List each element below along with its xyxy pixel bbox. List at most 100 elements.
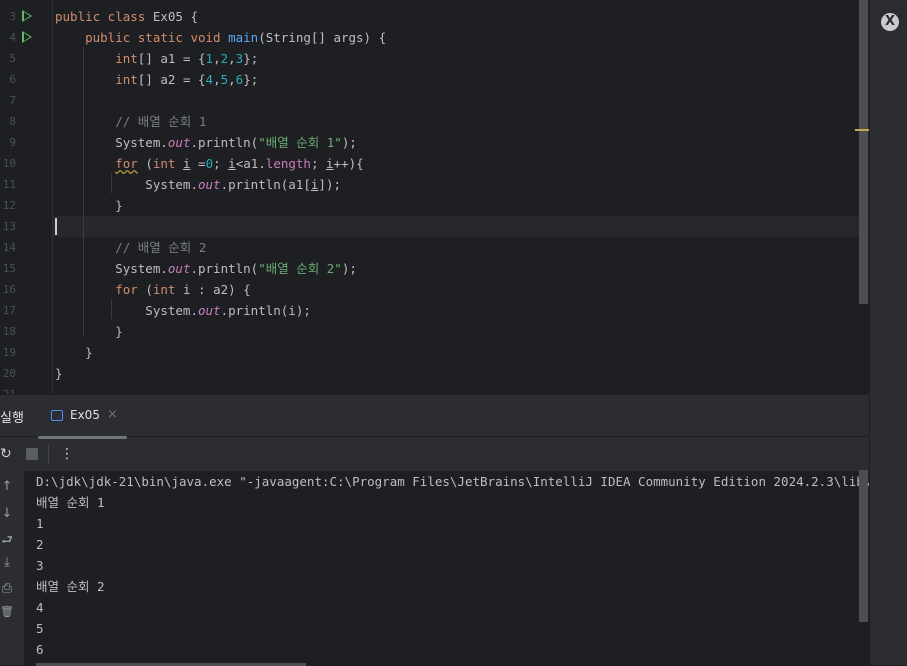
warning-marker[interactable] (855, 129, 869, 131)
line-number: 20 (2, 367, 16, 380)
code-token: ); (341, 261, 357, 276)
indent-guide (111, 173, 112, 193)
code-token: (String[] args) { (258, 30, 387, 45)
code-line[interactable]: public class Ex05 { (55, 6, 855, 27)
code-line[interactable]: System.out.println("배열 순회 1"); (55, 132, 855, 153)
console-line: 3 (36, 558, 44, 573)
line-number: 7 (9, 94, 16, 107)
code-line[interactable] (55, 90, 855, 111)
code-token: .println(a1[ (220, 177, 311, 192)
code-line[interactable]: } (55, 342, 855, 363)
console-icon (51, 410, 63, 421)
line-number: 10 (2, 157, 16, 170)
gutter-line: 10 (0, 153, 52, 174)
line-number: 13 (2, 220, 16, 233)
console-scrollbar[interactable] (859, 470, 868, 622)
toolbar-divider (48, 444, 49, 464)
code-token: for (115, 156, 138, 171)
run-icon[interactable] (22, 10, 32, 22)
gutter-line: 9 (0, 132, 52, 153)
gutter-line: 11 (0, 174, 52, 195)
code-line[interactable]: // 배열 순회 2 (55, 237, 855, 258)
line-number: 15 (2, 262, 16, 275)
code-token: } (55, 366, 63, 381)
code-token: [] a2 = { (137, 72, 206, 87)
code-line[interactable]: } (55, 363, 855, 384)
stop-icon[interactable] (26, 448, 38, 460)
run-icon[interactable] (22, 31, 32, 43)
code-editor[interactable]: 34 5 6 7 8 9 10 11 12 13 14 15 16 17 18 19 20 21 public c… (0, 0, 869, 394)
code-token: length (265, 156, 311, 171)
code-token: ; (213, 156, 229, 171)
gutter-line: 19 (0, 342, 52, 363)
code-token: i (326, 156, 334, 171)
gutter-line: 20 (0, 363, 52, 384)
gutter-line: 15 (0, 258, 52, 279)
console-line: 6 (36, 642, 44, 657)
code-token: ]); (318, 177, 341, 192)
code-token: 2 (220, 51, 229, 66)
code-token: int (152, 156, 183, 171)
gutter-line: 3 (0, 6, 52, 27)
gutter-line: 13 (0, 216, 52, 237)
code-token: 5 (220, 72, 229, 87)
gutter-line: 16 (0, 279, 52, 300)
indent-guide (111, 299, 112, 319)
line-number: 16 (2, 283, 16, 296)
editor-scrollbar[interactable] (859, 0, 868, 304)
code-line[interactable]: public static void main(String[] args) { (55, 27, 855, 48)
code-token: ; (310, 156, 327, 171)
line-number: 5 (9, 52, 16, 65)
code-line[interactable]: int[] a2 = {4,5,6}; (55, 69, 855, 90)
console-output[interactable]: D:\jdk\jdk-21\bin\java.exe "-javaagent:C… (24, 471, 869, 666)
line-number: 12 (2, 199, 16, 212)
rerun-icon[interactable]: ↻ (0, 446, 12, 462)
console-line: 2 (36, 537, 44, 552)
code-line[interactable]: System.out.println("배열 순회 2"); (55, 258, 855, 279)
code-line[interactable]: for (int i =0; i<a1.length; i++){ (55, 153, 855, 174)
code-line[interactable]: System.out.println(a1[i]); (55, 174, 855, 195)
code-line[interactable] (55, 384, 855, 394)
code-token: Ex05 { (152, 9, 198, 24)
code-line[interactable]: int[] a1 = {1,2,3}; (55, 48, 855, 69)
code-line[interactable]: // 배열 순회 1 (55, 111, 855, 132)
code-line[interactable]: System.out.println(i); (55, 300, 855, 321)
code-token: 1 (205, 51, 214, 66)
ai-assistant-icon[interactable]: X (881, 13, 899, 31)
code-token: System. (55, 135, 168, 150)
code-token: ++){ (333, 156, 364, 171)
close-icon[interactable]: × (107, 407, 118, 422)
line-number: 9 (9, 136, 16, 149)
line-number: 8 (9, 115, 16, 128)
code-token: , (228, 51, 236, 66)
code-line[interactable] (53, 216, 859, 237)
code-token: } (55, 345, 93, 360)
soft-wrap-icon[interactable]: ⮐ (0, 531, 14, 553)
gutter-line: 5 (0, 48, 52, 69)
scroll-to-end-icon[interactable]: ⤓ (0, 555, 14, 570)
console-line: 배열 순회 2 (36, 579, 105, 594)
line-number: 11 (2, 178, 16, 191)
code-token: i (228, 156, 236, 171)
code-line[interactable]: } (55, 321, 855, 342)
line-number: 18 (2, 325, 16, 338)
code-line[interactable]: } (55, 195, 855, 216)
code-line[interactable]: for (int i : a2) { (55, 279, 855, 300)
scroll-down-icon[interactable]: ↓ (0, 506, 14, 521)
line-number: 17 (2, 304, 16, 317)
code-token: // 배열 순회 2 (55, 240, 207, 255)
gutter-line: 8 (0, 111, 52, 132)
more-options-icon[interactable]: ⋮ (60, 446, 74, 462)
gutter-line: 6 (0, 69, 52, 90)
tab-ex05[interactable]: Ex05 × (38, 395, 127, 439)
gutter-line: 17 (0, 300, 52, 321)
gutter-line: 14 (0, 237, 52, 258)
code-token: public class (55, 9, 153, 24)
code-token: , (228, 72, 236, 87)
scroll-up-icon[interactable]: ↑ (0, 479, 14, 494)
trash-icon[interactable]: 🗑 (0, 605, 14, 618)
code-token: }; (243, 51, 259, 66)
print-icon[interactable]: ⎙ (0, 581, 14, 596)
gutter-line: 4 (0, 27, 52, 48)
